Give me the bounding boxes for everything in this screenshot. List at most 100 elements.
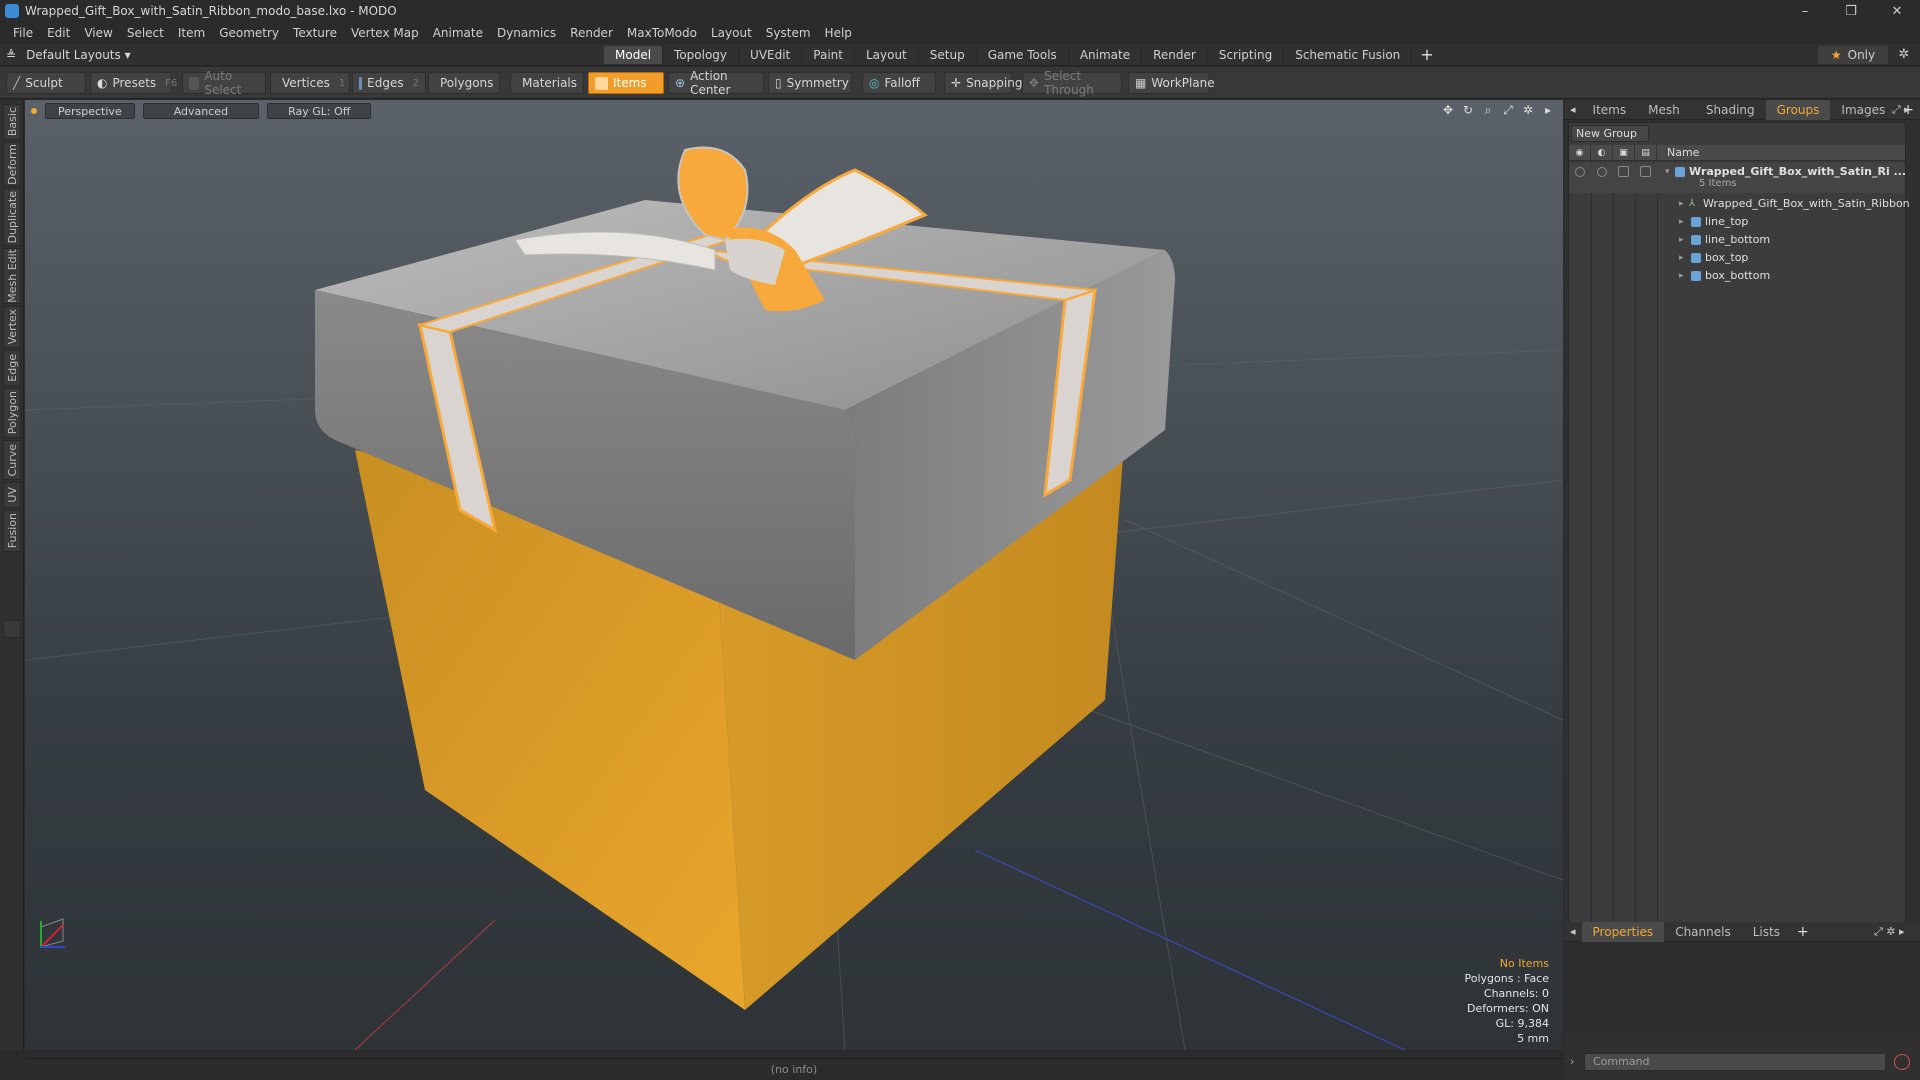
visibility-col-icon[interactable]: ◉ bbox=[1569, 145, 1591, 161]
edges-button[interactable]: Edges 2 bbox=[352, 72, 426, 94]
vtab-uv[interactable]: UV bbox=[3, 482, 21, 508]
menu-edit[interactable]: Edit bbox=[40, 26, 77, 40]
vtab-duplicate[interactable]: Duplicate bbox=[3, 188, 21, 246]
menu-file[interactable]: File bbox=[6, 26, 40, 40]
auto-select-button[interactable]: Auto Select bbox=[182, 69, 266, 97]
vtab-vertex[interactable]: Vertex bbox=[3, 306, 21, 348]
row-expand-icon[interactable]: ▸ bbox=[1679, 195, 1684, 213]
rotate-icon[interactable]: ↻ bbox=[1461, 103, 1475, 117]
gear-icon[interactable]: ✲ bbox=[1894, 46, 1914, 64]
symmetry-button[interactable]: ▯ Symmetry bbox=[768, 72, 852, 94]
tab-scripting[interactable]: Scripting bbox=[1208, 46, 1285, 64]
menu-help[interactable]: Help bbox=[818, 26, 859, 40]
snapping-button[interactable]: ✛ Snapping bbox=[944, 72, 1022, 94]
maximize-icon[interactable]: ⤢ bbox=[1501, 103, 1515, 117]
vtab-fusion[interactable]: Fusion bbox=[3, 510, 21, 552]
group-row-root[interactable]: ▾ Wrapped_Gift_Box_with_Satin_Ri ... 5 I… bbox=[1569, 163, 1906, 193]
properties-expand-icon[interactable]: ⤢ ✲ ▸ bbox=[1874, 922, 1905, 942]
only-toggle[interactable]: ★ Only bbox=[1818, 46, 1888, 64]
group-row-line-bottom[interactable]: ▸ line_bottom bbox=[1569, 231, 1905, 249]
menu-dynamics[interactable]: Dynamics bbox=[490, 26, 563, 40]
menu-maxtomodo[interactable]: MaxToModo bbox=[620, 26, 704, 40]
group-row-line-top[interactable]: ▸ line_top bbox=[1569, 213, 1905, 231]
layout-collapse-icon[interactable]: ≜ bbox=[6, 48, 16, 62]
zoom-icon[interactable]: ⌕ bbox=[1481, 103, 1495, 117]
render-icon[interactable] bbox=[1597, 167, 1607, 177]
action-center-button[interactable]: ⊕ Action Center bbox=[668, 69, 764, 97]
menu-geometry[interactable]: Geometry bbox=[212, 26, 286, 40]
workplane-button[interactable]: ▦ WorkPlane bbox=[1128, 72, 1215, 94]
vtab-deform[interactable]: Deform bbox=[3, 142, 21, 186]
tab-topology[interactable]: Topology bbox=[663, 46, 740, 64]
tab-render[interactable]: Render bbox=[1142, 46, 1208, 64]
tab-shading[interactable]: Shading bbox=[1695, 100, 1766, 120]
row-expand-icon[interactable]: ▸ bbox=[1679, 267, 1684, 285]
minimize-button[interactable]: – bbox=[1782, 0, 1828, 22]
tab-items[interactable]: Items bbox=[1582, 100, 1638, 120]
vtab-basic[interactable]: Basic bbox=[3, 104, 21, 140]
raygl-dropdown[interactable]: Ray GL: Off bbox=[267, 103, 372, 119]
menu-texture[interactable]: Texture bbox=[286, 26, 344, 40]
tab-game-tools[interactable]: Game Tools bbox=[977, 46, 1069, 64]
tab-animate[interactable]: Animate bbox=[1069, 46, 1143, 64]
perspective-dropdown[interactable]: Perspective bbox=[45, 103, 135, 119]
group-row-box-top[interactable]: ▸ box_top bbox=[1569, 249, 1905, 267]
select-through-button[interactable]: ✥ Select Through bbox=[1022, 69, 1122, 97]
panel-menu-icon[interactable]: ◂ bbox=[1564, 100, 1582, 120]
tab-model[interactable]: Model bbox=[604, 46, 664, 64]
close-button[interactable]: ✕ bbox=[1874, 0, 1920, 22]
materials-button[interactable]: Materials bbox=[510, 72, 584, 94]
viewport-settings-icon[interactable]: ✲ bbox=[1521, 103, 1535, 117]
items-button[interactable]: Items bbox=[588, 72, 664, 94]
menu-layout[interactable]: Layout bbox=[704, 26, 759, 40]
vtab-polygon[interactable]: Polygon bbox=[3, 388, 21, 438]
lock-checkbox[interactable] bbox=[1618, 166, 1629, 177]
menu-animate[interactable]: Animate bbox=[426, 26, 490, 40]
menu-render[interactable]: Render bbox=[563, 26, 620, 40]
polygons-button[interactable]: Polygons bbox=[428, 72, 500, 94]
panel-menu-icon[interactable]: ◂ bbox=[1564, 922, 1582, 942]
vtab-curve[interactable]: Curve bbox=[3, 440, 21, 480]
row-expand-icon[interactable]: ▸ bbox=[1679, 213, 1684, 231]
command-input[interactable]: Command bbox=[1584, 1053, 1886, 1071]
sculpt-button[interactable]: ╱ Sculpt bbox=[6, 72, 86, 94]
tab-paint[interactable]: Paint bbox=[802, 46, 855, 64]
select-checkbox[interactable] bbox=[1640, 166, 1651, 177]
restore-button[interactable]: ❐ bbox=[1828, 0, 1874, 22]
menu-select[interactable]: Select bbox=[120, 26, 171, 40]
advanced-dropdown[interactable]: Advanced bbox=[142, 103, 260, 119]
tab-mesh[interactable]: Mesh ... bbox=[1637, 100, 1695, 137]
vtab-edge[interactable]: Edge bbox=[3, 350, 21, 386]
tab-properties[interactable]: Properties bbox=[1581, 921, 1665, 942]
pan-icon[interactable]: ✥ bbox=[1441, 103, 1455, 117]
name-column-header[interactable]: Name bbox=[1667, 145, 1699, 161]
palette-toggle-button[interactable] bbox=[3, 620, 21, 638]
group-row-mesh[interactable]: ▸ ⅄ Wrapped_Gift_Box_with_Satin_Ribbon bbox=[1569, 195, 1910, 213]
new-group-button[interactable]: New Group bbox=[1571, 125, 1649, 142]
tab-lists[interactable]: Lists bbox=[1742, 922, 1791, 942]
command-run-icon[interactable] bbox=[1894, 1054, 1910, 1070]
tab-images[interactable]: Images bbox=[1830, 100, 1896, 120]
3d-viewport[interactable]: Perspective Advanced Ray GL: Off ✥ ↻ ⌕ ⤢… bbox=[25, 100, 1563, 1050]
row-expand-icon[interactable]: ▸ bbox=[1679, 231, 1684, 249]
vertices-button[interactable]: Vertices 1 bbox=[270, 72, 350, 94]
menu-view[interactable]: View bbox=[77, 26, 119, 40]
eye-icon[interactable] bbox=[1575, 167, 1585, 177]
tab-layout[interactable]: Layout bbox=[855, 46, 919, 64]
tab-channels[interactable]: Channels bbox=[1664, 922, 1742, 942]
group-row-box-bottom[interactable]: ▸ box_bottom bbox=[1569, 267, 1905, 285]
menu-vertex-map[interactable]: Vertex Map bbox=[344, 26, 426, 40]
viewport-menu-dot[interactable] bbox=[31, 108, 37, 114]
panel-expand-icon[interactable]: ⤢ ▸ bbox=[1892, 100, 1910, 120]
tab-schematic-fusion[interactable]: Schematic Fusion bbox=[1284, 46, 1413, 64]
falloff-button[interactable]: ◎ Falloff bbox=[862, 72, 936, 94]
add-tab-button[interactable]: + bbox=[1420, 46, 1433, 64]
tab-setup[interactable]: Setup bbox=[919, 46, 977, 64]
tab-groups[interactable]: Groups bbox=[1765, 99, 1831, 120]
viewport-expand-arrow-icon[interactable]: ▸ bbox=[1541, 103, 1555, 117]
menu-system[interactable]: System bbox=[759, 26, 818, 40]
presets-button[interactable]: ◐ Presets F6 bbox=[90, 72, 177, 94]
select-col-icon[interactable]: ▤ bbox=[1635, 145, 1657, 161]
add-properties-tab-button[interactable]: + bbox=[1791, 922, 1815, 942]
row-expand-icon[interactable]: ▸ bbox=[1679, 249, 1684, 267]
